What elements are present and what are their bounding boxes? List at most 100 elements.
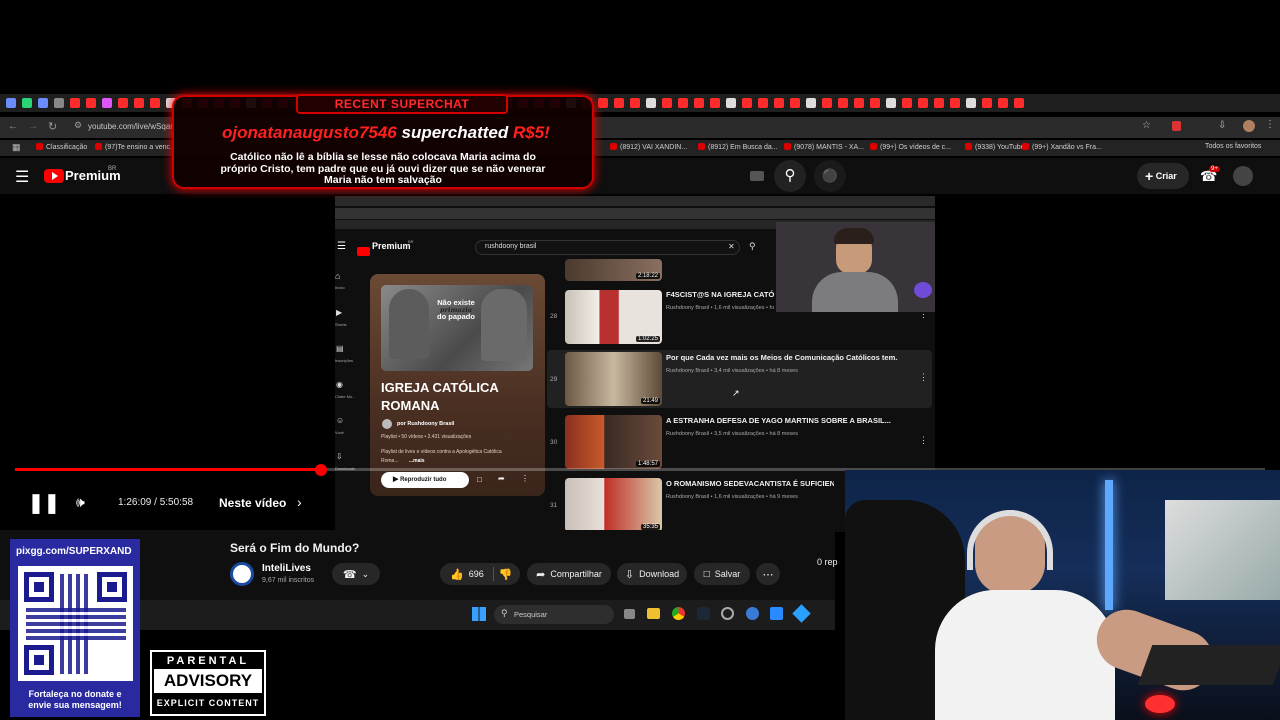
bookmark-item[interactable]: (8912) VAI XANDIN... — [610, 143, 687, 151]
taskbar-search-icon: ⚲ — [501, 608, 508, 618]
browser-tab-favicon[interactable] — [886, 98, 896, 108]
app-icon[interactable] — [721, 607, 734, 620]
browser-tab-favicon[interactable] — [678, 98, 688, 108]
windows-start-icon[interactable] — [472, 607, 486, 621]
playlist-meta: Playlist • 50 vídeos • 2.431 visualizaçõ… — [381, 434, 472, 440]
cover-figure-left — [389, 289, 429, 359]
browser-tab-favicon[interactable] — [806, 98, 816, 108]
task-view-icon[interactable] — [624, 609, 635, 619]
browser-menu-icon[interactable]: ⋮ — [1265, 119, 1275, 130]
monitor — [1165, 500, 1280, 600]
browser-tab-favicon[interactable] — [598, 98, 608, 108]
playlist-cover: Não existe primazia do papado — [381, 285, 533, 371]
browser-tab-favicon[interactable] — [102, 98, 112, 108]
bookmark-item[interactable]: (9338) YouTube — [965, 143, 1025, 151]
browser-tab-favicon[interactable] — [902, 98, 912, 108]
browser-tab-favicon[interactable] — [70, 98, 80, 108]
video-thumbnail: 35:35 — [565, 478, 662, 532]
browser-tab-favicon[interactable] — [854, 98, 864, 108]
download-icon[interactable]: ⇩ — [1218, 120, 1226, 131]
browser-tab-favicon[interactable] — [662, 98, 672, 108]
browser-tab-favicon[interactable] — [998, 98, 1008, 108]
volume-icon[interactable]: 🕪 — [76, 494, 85, 511]
browser-tab-favicon[interactable] — [630, 98, 640, 108]
microphone-icon[interactable]: ⚫ — [814, 160, 846, 192]
save-button[interactable]: □ Salvar — [694, 563, 750, 585]
youtube-logo[interactable]: Premium BR — [44, 166, 121, 188]
bookmark-star-icon[interactable]: ☆ — [1142, 120, 1151, 131]
browser-tab-favicon[interactable] — [710, 98, 720, 108]
browser-tab-favicon[interactable] — [966, 98, 976, 108]
chapter-label[interactable]: Neste vídeo — [219, 496, 286, 510]
bookmark-item[interactable]: (97)Te ensino a venc... — [95, 143, 176, 151]
progress-played — [15, 468, 321, 471]
bookmark-item[interactable]: (9078) MANTIS - XA... — [784, 143, 864, 151]
browser-tab-favicon[interactable] — [646, 98, 656, 108]
account-avatar[interactable] — [1233, 166, 1253, 186]
browser-tab-favicon[interactable] — [758, 98, 768, 108]
like-button[interactable]: 👍 696 👎 — [440, 563, 520, 585]
progress-scrubber[interactable] — [315, 464, 327, 476]
back-icon[interactable]: ← — [8, 121, 18, 132]
plus-icon: + — [1145, 168, 1154, 184]
keyboard-icon[interactable] — [750, 171, 764, 181]
bookmark-item[interactable]: Classificação — [36, 143, 87, 151]
browser-tab-favicon[interactable] — [1014, 98, 1024, 108]
chrome-icon[interactable] — [672, 607, 685, 620]
profile-avatar[interactable] — [1243, 120, 1255, 132]
url-text[interactable]: youtube.com/live/wSqan — [88, 122, 175, 131]
download-button[interactable]: ⇩ Download — [617, 563, 687, 585]
bookmark-item[interactable]: (99+) Xandão vs Fra... — [1022, 143, 1102, 151]
settings-gear-icon[interactable] — [746, 607, 759, 620]
channel-avatar[interactable] — [230, 562, 254, 586]
browser-tab-favicon[interactable] — [822, 98, 832, 108]
browser-tab-favicon[interactable] — [86, 98, 96, 108]
steam-icon[interactable] — [697, 607, 710, 620]
menu-icon[interactable]: ☰ — [15, 167, 29, 187]
more-actions-button[interactable]: ⋯ — [756, 563, 780, 585]
browser-tab-favicon[interactable] — [6, 98, 16, 108]
browser-tab-favicon[interactable] — [982, 98, 992, 108]
video-meta: Rushdoony Brasil • 1,6 mil visualizações… — [666, 305, 774, 311]
browser-tab-favicon[interactable] — [614, 98, 624, 108]
app-icon[interactable] — [770, 607, 783, 620]
bookmark-item[interactable]: (99+) Os vídeos de c... — [870, 143, 951, 151]
subscribed-button[interactable]: ☎ ⌄ — [332, 563, 380, 585]
channel-name[interactable]: InteliLives — [262, 563, 311, 574]
browser-tab-favicon[interactable] — [918, 98, 928, 108]
browser-tab-favicon[interactable] — [134, 98, 144, 108]
forward-icon[interactable]: → — [28, 121, 38, 132]
browser-tab-favicon[interactable] — [726, 98, 736, 108]
reload-icon[interactable]: ↻ — [48, 120, 57, 133]
bookmark-item[interactable]: (8912) Em Busca da... — [698, 143, 778, 151]
browser-tab-favicon[interactable] — [38, 98, 48, 108]
browser-tab-favicon[interactable] — [790, 98, 800, 108]
create-button[interactable]: + Criar — [1137, 163, 1189, 189]
pause-button[interactable]: ❚❚ — [28, 492, 60, 515]
dislike-icon[interactable]: 👎 — [499, 568, 513, 581]
browser-tab-favicon[interactable] — [870, 98, 880, 108]
share-button[interactable]: ➦ Compartilhar — [527, 563, 611, 585]
browser-tab-favicon[interactable] — [22, 98, 32, 108]
browser-tab-favicon[interactable] — [54, 98, 64, 108]
browser-tab-favicon[interactable] — [774, 98, 784, 108]
file-explorer-icon[interactable] — [647, 608, 660, 619]
extension-icon[interactable] — [1172, 121, 1181, 131]
apps-grid-icon[interactable]: ▦ — [12, 142, 21, 153]
all-favorites[interactable]: Todos os favoritos — [1205, 143, 1261, 150]
cover-figure-right — [481, 289, 527, 361]
inner-shorts-icon: ▶ — [336, 308, 343, 317]
browser-tab-favicon[interactable] — [118, 98, 128, 108]
chevron-right-icon[interactable]: › — [297, 494, 302, 510]
browser-tab-favicon[interactable] — [838, 98, 848, 108]
browser-tab-favicon[interactable] — [934, 98, 944, 108]
search-icon[interactable]: ⚲ — [774, 160, 806, 192]
site-info-icon[interactable]: ⚙ — [74, 120, 82, 131]
browser-tab-favicon[interactable] — [742, 98, 752, 108]
browser-tab-favicon[interactable] — [950, 98, 960, 108]
download-label: Download — [639, 569, 680, 579]
browser-tab-favicon[interactable] — [694, 98, 704, 108]
video-title: A ESTRANHA DEFESA DE YAGO MARTINS SOBRE … — [666, 416, 891, 425]
taskbar-search[interactable]: ⚲ Pesquisar — [494, 605, 614, 624]
browser-tab-favicon[interactable] — [150, 98, 160, 108]
